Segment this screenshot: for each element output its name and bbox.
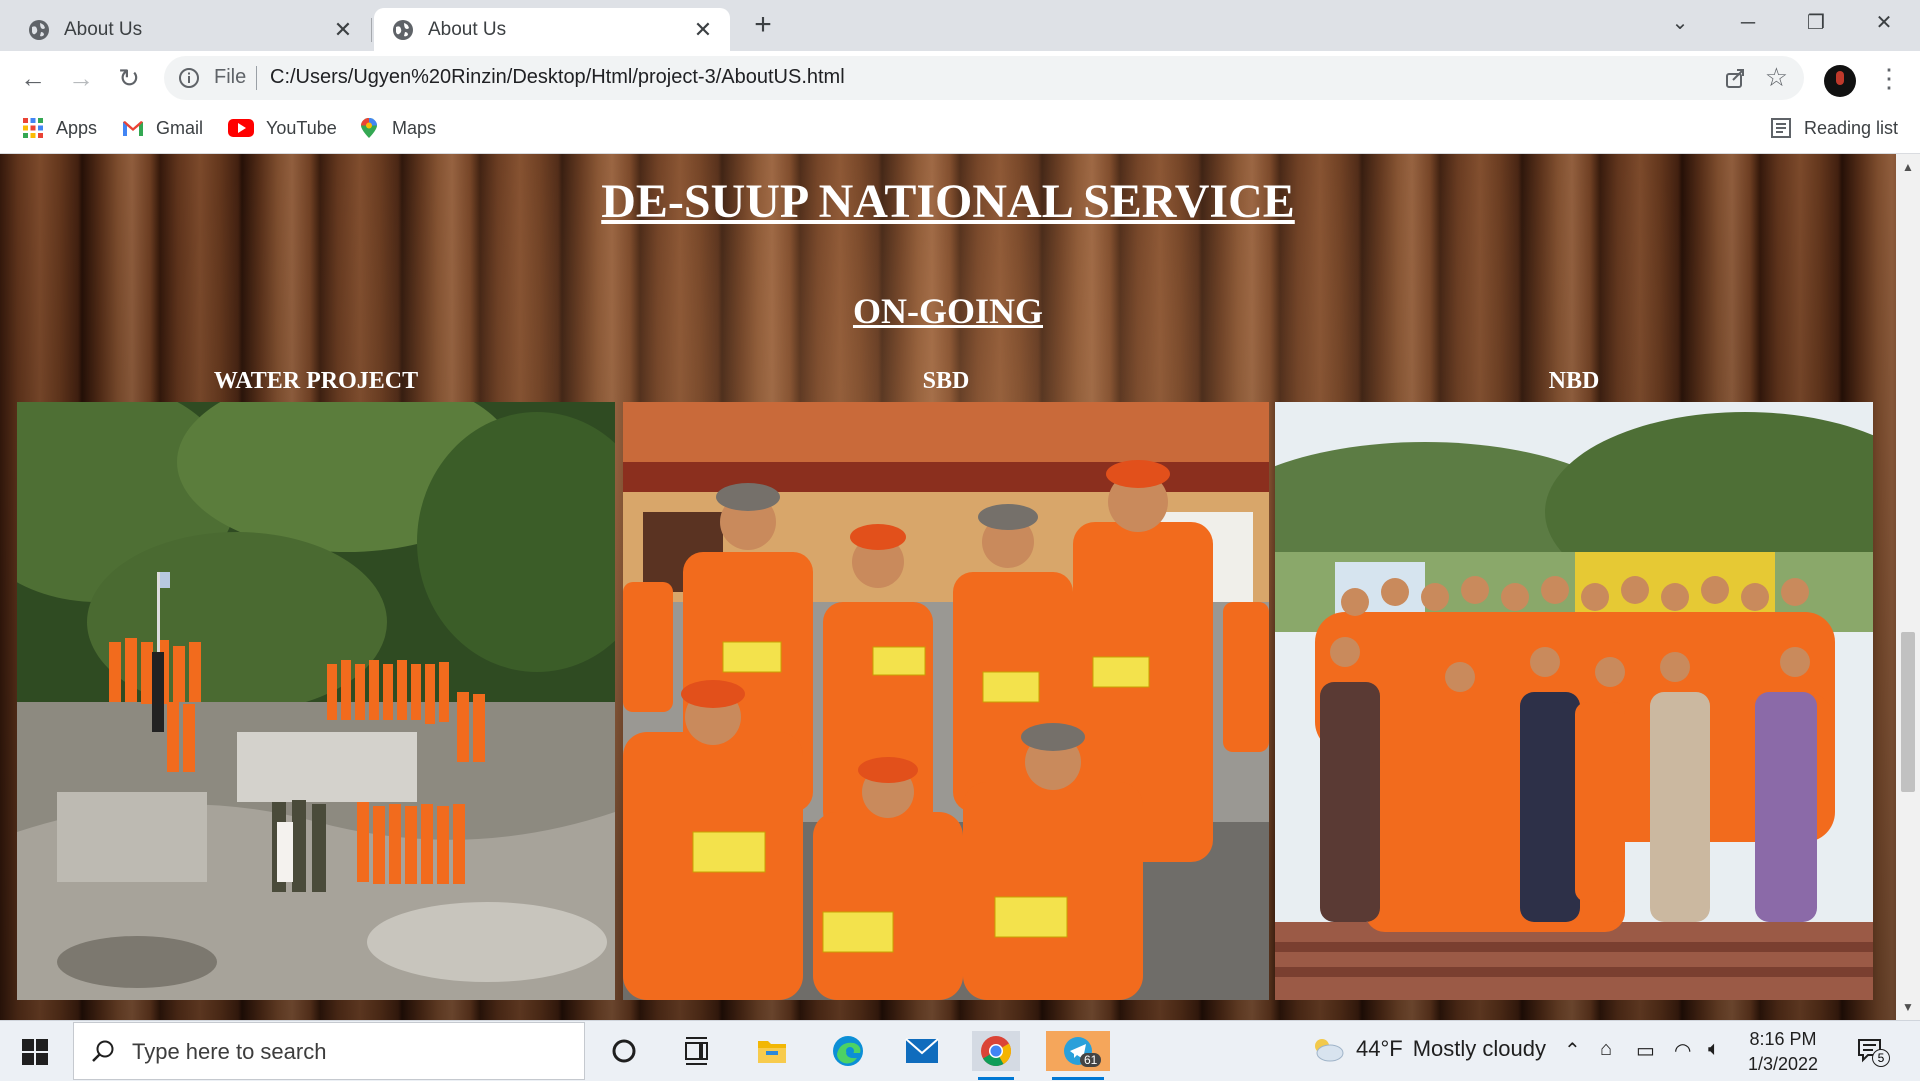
telegram-icon xyxy=(1064,1037,1092,1065)
menu-kebab-icon[interactable]: ⋮ xyxy=(1876,61,1902,95)
tab-search-chevron-icon[interactable]: ⌄ xyxy=(1660,6,1700,40)
scroll-down-arrow-icon[interactable]: ▼ xyxy=(1902,1000,1914,1014)
bookmarks-bar: Apps Gmail YouTube Maps Reading list xyxy=(0,105,1920,154)
address-bar[interactable]: File C:/Users/Ugyen%20Rinzin/Desktop/Htm… xyxy=(164,56,1804,100)
weather-temp: 44°F xyxy=(1356,1036,1403,1061)
globe-icon xyxy=(393,19,413,40)
weather-condition: Mostly cloudy xyxy=(1412,1036,1546,1061)
bookmark-label: YouTube xyxy=(266,117,337,138)
bookmark-gmail[interactable]: Gmail xyxy=(122,117,203,139)
scroll-up-arrow-icon[interactable]: ▲ xyxy=(1902,160,1914,174)
photo-sbd xyxy=(623,402,1269,1000)
share-icon[interactable] xyxy=(1724,66,1748,90)
reading-list-label: Reading list xyxy=(1804,117,1899,138)
bookmark-youtube[interactable]: YouTube xyxy=(228,117,337,139)
telegram-taskbar-button[interactable]: 61 xyxy=(1046,1031,1110,1080)
chrome-taskbar-button[interactable] xyxy=(972,1031,1020,1080)
reading-list-button[interactable]: Reading list xyxy=(1770,117,1898,139)
minimize-button[interactable]: ─ xyxy=(1728,6,1768,40)
tab-about-us-2[interactable]: About Us ✕ xyxy=(374,8,730,51)
card-label-nbd: NBD xyxy=(1548,368,1600,394)
page-scrollbar[interactable]: ▲ ▼ xyxy=(1896,154,1920,1020)
battery-icon[interactable]: ▭ xyxy=(1636,1038,1655,1063)
wifi-icon[interactable]: ◠ xyxy=(1674,1038,1691,1063)
clock-time: 8:16 PM xyxy=(1749,1029,1817,1049)
clock-date: 1/3/2022 xyxy=(1747,1054,1819,1074)
section-heading: ON-GOING xyxy=(852,291,1043,331)
bookmark-label: Apps xyxy=(56,117,98,138)
volume-icon[interactable]: 🔈︎ xyxy=(1708,1038,1720,1061)
tab-strip: About Us ✕ About Us ✕ + ⌄ ─ ❐ ✕ xyxy=(0,0,1920,51)
bookmark-maps[interactable]: Maps xyxy=(358,117,436,139)
info-icon[interactable] xyxy=(178,67,200,89)
bookmark-star-icon[interactable]: ☆ xyxy=(1765,63,1788,91)
tab-separator xyxy=(371,18,372,42)
apps-grid-icon xyxy=(23,118,43,138)
taskbar-search-box[interactable]: Type here to search xyxy=(73,1022,585,1080)
file-explorer-icon[interactable] xyxy=(748,1031,796,1071)
globe-icon xyxy=(29,19,49,40)
page-viewport: DE-SUUP NATIONAL SERVICE ON-GOING WATER … xyxy=(0,154,1896,1020)
cortana-icon[interactable] xyxy=(600,1031,648,1071)
windows-taskbar: Type here to search 61 44°F Mostly cloud… xyxy=(0,1020,1920,1081)
forward-button[interactable]: → xyxy=(64,61,98,95)
bookmark-label: Maps xyxy=(392,117,437,138)
task-view-icon[interactable] xyxy=(672,1031,720,1071)
system-clock[interactable]: 8:16 PM 1/3/2022 xyxy=(1738,1027,1828,1077)
telegram-badge: 61 xyxy=(1080,1053,1102,1067)
windows-start-icon[interactable] xyxy=(22,1039,48,1065)
meet-now-icon[interactable]: ⌂ xyxy=(1600,1038,1612,1061)
show-hidden-icons-chevron-icon[interactable]: ⌃ xyxy=(1564,1038,1581,1063)
photo-nbd xyxy=(1275,402,1873,1000)
search-icon xyxy=(92,1040,114,1062)
mail-icon[interactable] xyxy=(898,1031,946,1071)
scrollbar-thumb[interactable] xyxy=(1901,632,1915,792)
weather-widget[interactable]: 44°F Mostly cloudy xyxy=(1310,1036,1546,1062)
url-text[interactable]: C:/Users/Ugyen%20Rinzin/Desktop/Html/pro… xyxy=(270,66,845,89)
sbd-image xyxy=(623,402,1269,1000)
tab-about-us-1[interactable]: About Us ✕ xyxy=(10,8,370,51)
gmail-icon xyxy=(123,121,143,136)
restore-button[interactable]: ❐ xyxy=(1796,6,1836,40)
card-label-sbd: SBD xyxy=(922,368,970,394)
search-placeholder: Type here to search xyxy=(132,1039,327,1064)
close-window-button[interactable]: ✕ xyxy=(1864,6,1904,40)
bookmark-label: Gmail xyxy=(156,117,204,138)
close-tab-icon[interactable]: ✕ xyxy=(332,17,354,43)
youtube-icon xyxy=(228,119,254,137)
page-title: DE-SUUP NATIONAL SERVICE xyxy=(601,175,1295,228)
profile-avatar[interactable] xyxy=(1824,65,1856,97)
water-project-image xyxy=(17,402,615,1000)
card-label-water-project: WATER PROJECT xyxy=(213,368,419,394)
reload-button[interactable]: ↻ xyxy=(112,61,146,95)
photo-water-project xyxy=(17,402,615,1000)
reading-list-icon xyxy=(1771,118,1791,138)
nbd-image xyxy=(1275,402,1873,1000)
scheme-label: File xyxy=(214,66,247,88)
bookmark-apps[interactable]: Apps xyxy=(22,117,97,139)
close-tab-icon[interactable]: ✕ xyxy=(692,17,714,43)
maps-icon xyxy=(361,118,377,138)
new-tab-button[interactable]: + xyxy=(746,8,780,42)
notification-center-button[interactable]: 5 xyxy=(1856,1035,1890,1067)
tab-title: About Us xyxy=(64,18,143,40)
edge-icon[interactable] xyxy=(824,1031,872,1071)
avatar-image xyxy=(1836,71,1844,85)
tab-title: About Us xyxy=(428,18,507,40)
back-button[interactable]: ← xyxy=(16,61,50,95)
omnibox-divider xyxy=(256,66,257,90)
cloudy-weather-icon xyxy=(1315,1039,1344,1062)
notification-count: 5 xyxy=(1872,1049,1890,1067)
browser-toolbar: ← → ↻ File C:/Users/Ugyen%20Rinzin/Deskt… xyxy=(0,51,1920,105)
chrome-icon xyxy=(981,1036,1012,1067)
